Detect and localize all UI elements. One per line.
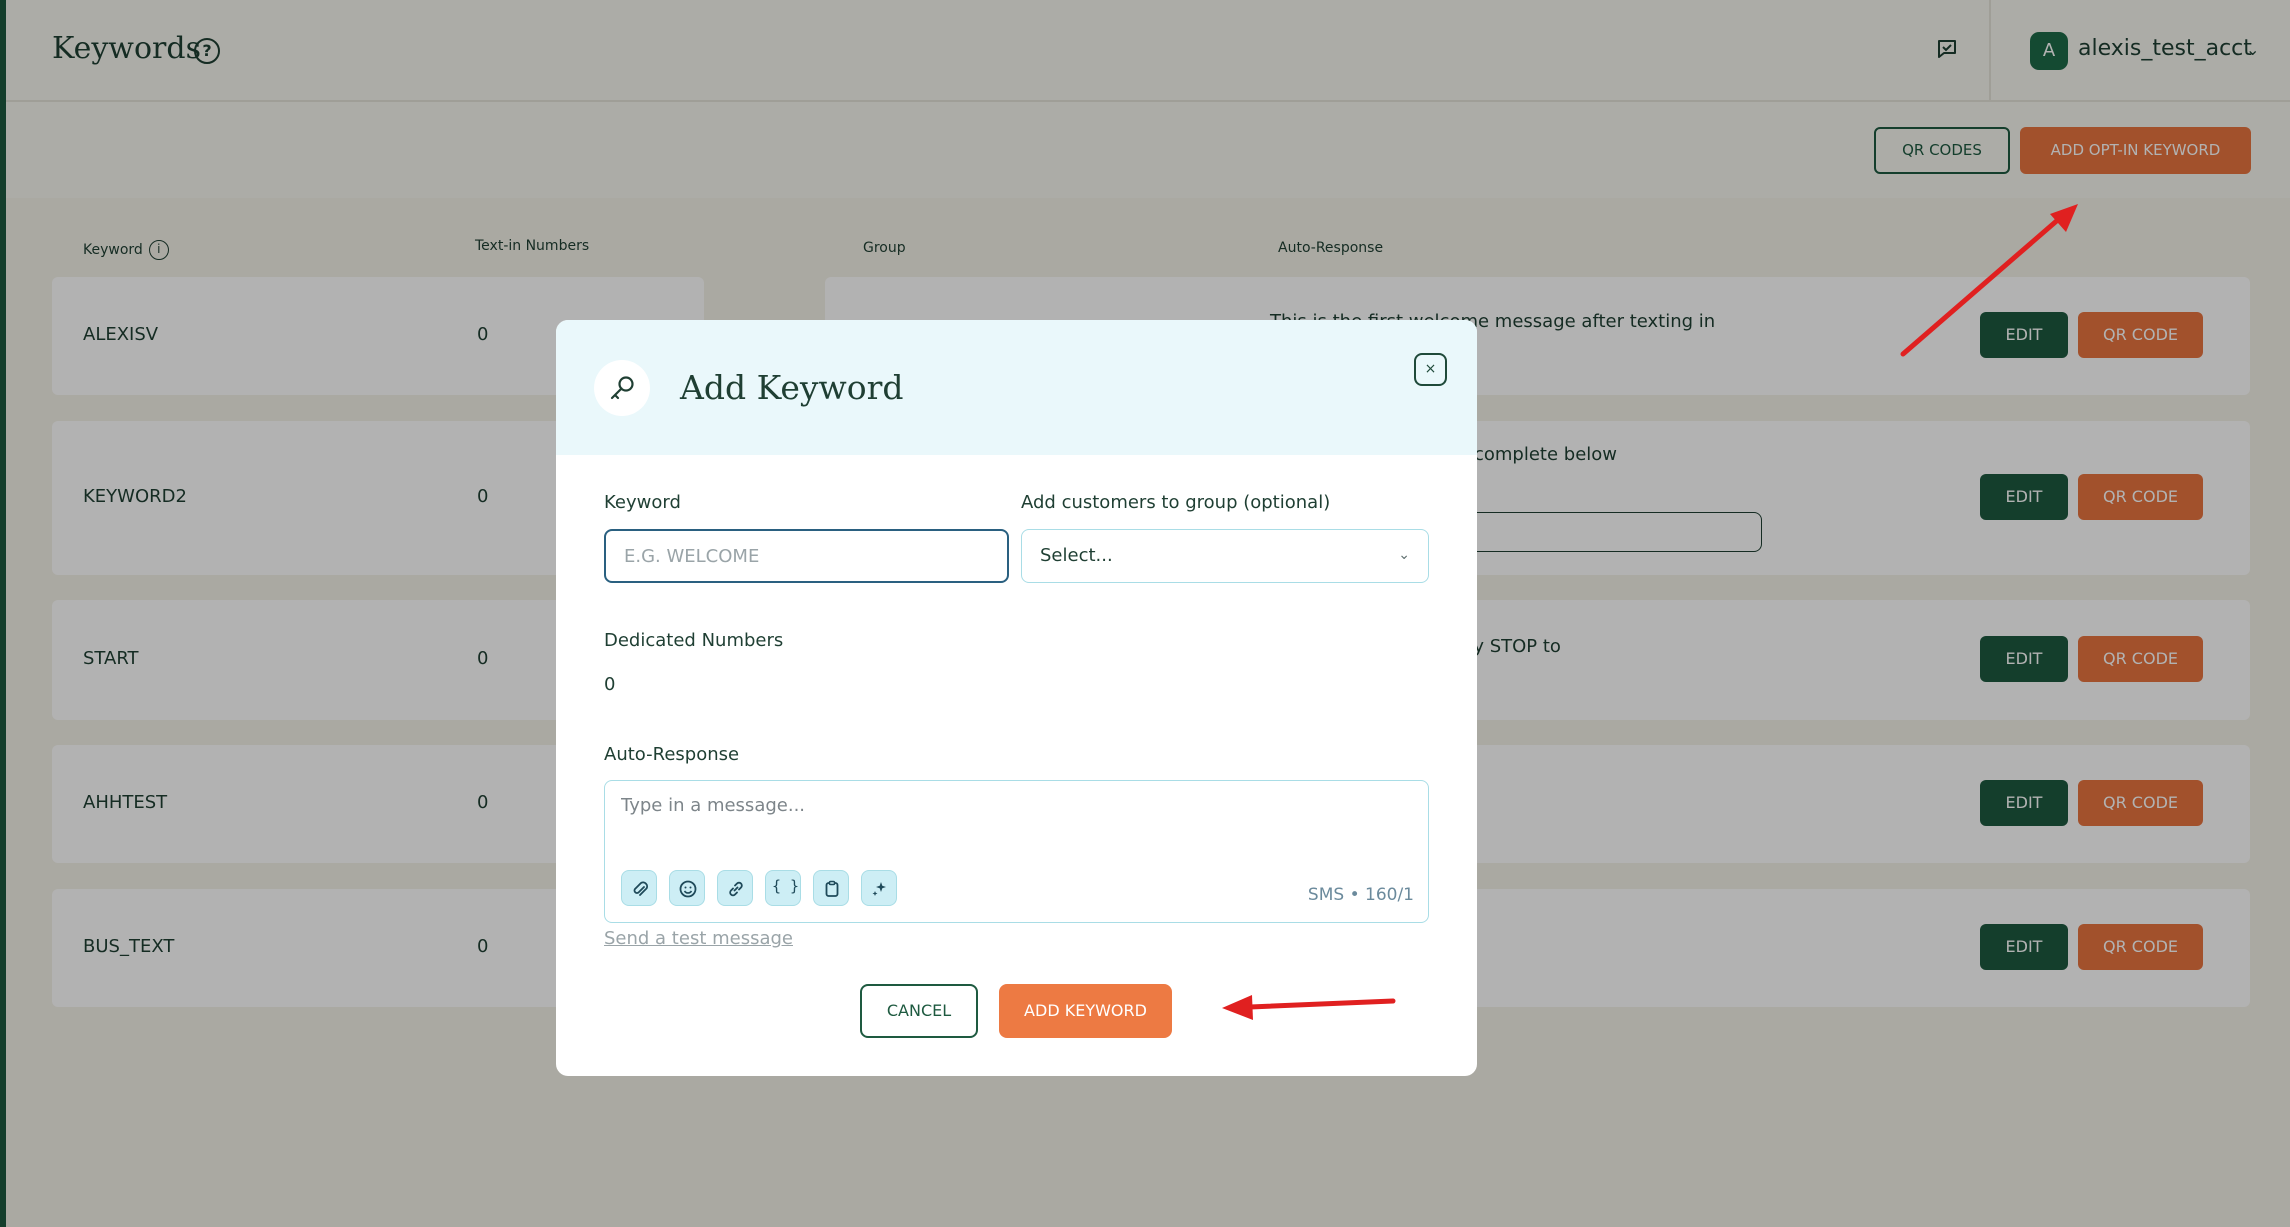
message-input[interactable] xyxy=(621,795,1401,855)
dedicated-numbers-value: 0 xyxy=(604,674,616,695)
add-keyword-button[interactable]: ADD KEYWORD xyxy=(999,984,1172,1038)
cancel-button[interactable]: CANCEL xyxy=(860,984,978,1038)
send-test-message-link[interactable]: Send a test message xyxy=(604,928,793,949)
add-keyword-modal: Add Keyword × Keyword Add customers to g… xyxy=(556,320,1477,1076)
braces-glyph: { } xyxy=(772,877,800,895)
message-composer: { } SMS • 160/1 xyxy=(604,780,1429,923)
chevron-down-icon: ⌄ xyxy=(1398,547,1410,563)
emoji-icon[interactable] xyxy=(669,870,705,906)
modal-header: Add Keyword × xyxy=(556,320,1477,455)
modal-title: Add Keyword xyxy=(680,368,904,407)
dedicated-numbers-label: Dedicated Numbers xyxy=(604,630,784,651)
keyword-label: Keyword xyxy=(604,492,681,513)
auto-response-label: Auto-Response xyxy=(604,744,740,765)
clipboard-icon[interactable] xyxy=(813,870,849,906)
key-icon xyxy=(594,360,650,416)
paperclip-icon[interactable] xyxy=(621,870,657,906)
group-select[interactable]: Select... ⌄ xyxy=(1021,529,1429,583)
link-icon[interactable] xyxy=(717,870,753,906)
braces-icon[interactable]: { } xyxy=(765,870,801,906)
keyword-input[interactable] xyxy=(604,529,1009,583)
group-select-value: Select... xyxy=(1040,545,1113,566)
sms-character-count: SMS • 160/1 xyxy=(1307,885,1414,905)
group-label: Add customers to group (optional) xyxy=(1021,492,1331,513)
sparkle-icon[interactable] xyxy=(861,870,897,906)
close-icon[interactable]: × xyxy=(1414,353,1447,386)
